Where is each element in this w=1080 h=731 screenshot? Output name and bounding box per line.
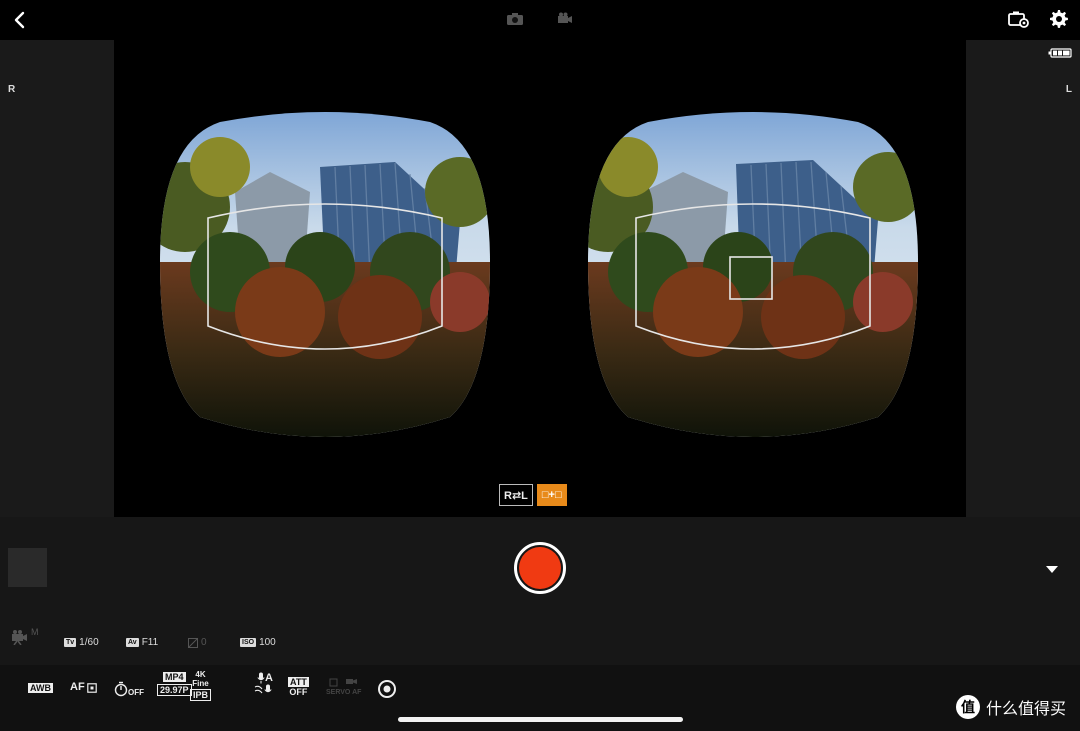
movie-mode-label: M xyxy=(31,627,39,637)
camera-icon xyxy=(507,13,523,25)
camera-settings-icon xyxy=(1008,11,1029,28)
controls-panel: M Tv 1/60 Av F11 0 ISO 100 xyxy=(0,517,1080,665)
live-view[interactable]: R⇄L □+□ xyxy=(114,40,966,517)
servo-af-label: SERVO AF xyxy=(326,689,362,696)
iso-value: 100 xyxy=(259,637,276,648)
top-bar xyxy=(0,0,1080,40)
exposure-info-row: M Tv 1/60 Av F11 0 ISO 100 xyxy=(0,627,1080,655)
sound-recording-button[interactable]: A xyxy=(254,672,276,696)
movie-quality-button[interactable]: 4K Fine IPB xyxy=(190,670,212,701)
battery-icon xyxy=(1048,48,1072,58)
self-timer-button[interactable]: OFF xyxy=(114,679,144,698)
af-point-icon xyxy=(86,682,97,693)
attenuator-label: ATT xyxy=(288,677,309,687)
audio-mode-value: A xyxy=(265,671,273,684)
watermark: 值 什么值得买 xyxy=(955,695,1066,719)
exposure-compensation[interactable]: 0 xyxy=(188,637,207,648)
video-camera-icon xyxy=(558,12,572,23)
quality-fine-value: Fine xyxy=(192,679,209,688)
iso[interactable]: ISO 100 xyxy=(240,637,276,648)
last-capture-thumbnail[interactable] xyxy=(8,548,47,587)
camera-settings-button[interactable] xyxy=(1006,7,1032,31)
microphone-icon xyxy=(257,672,265,684)
gear-icon xyxy=(1050,10,1068,28)
record-icon xyxy=(519,547,561,589)
right-side-panel: L xyxy=(966,40,1080,517)
settings-button[interactable] xyxy=(1046,6,1072,32)
exposure-comp-icon xyxy=(188,637,198,648)
back-button[interactable] xyxy=(6,6,34,34)
white-balance-value: AWB xyxy=(28,683,53,693)
more-settings-button[interactable] xyxy=(377,679,397,699)
servo-af-icon xyxy=(329,678,357,687)
swap-eyes-button[interactable]: R⇄L xyxy=(499,484,533,506)
photo-mode-button[interactable] xyxy=(503,8,527,30)
home-indicator[interactable] xyxy=(398,717,683,722)
resolution-value: 4K xyxy=(195,670,206,679)
exposure-comp-value: 0 xyxy=(201,637,207,648)
shutter-speed[interactable]: Tv 1/60 xyxy=(64,637,99,648)
movie-mode-button[interactable] xyxy=(553,8,577,30)
watermark-text: 什么值得买 xyxy=(985,701,1066,718)
left-side-panel: R xyxy=(0,40,114,517)
af-label: AF xyxy=(70,681,85,693)
caret-down-icon[interactable] xyxy=(1044,563,1060,575)
tv-badge: Tv xyxy=(64,638,77,647)
servo-af-button[interactable]: SERVO AF xyxy=(326,677,361,698)
left-eye-image xyxy=(588,112,918,437)
wind-filter-icon xyxy=(254,684,272,694)
movie-format-button[interactable]: MP4 29.97P xyxy=(157,672,192,696)
self-timer-icon xyxy=(114,681,128,696)
watermark-logo: 值 xyxy=(955,695,980,719)
aperture-value: F11 xyxy=(141,637,159,648)
right-eye-label: R xyxy=(8,84,16,95)
av-badge: Av xyxy=(126,638,139,647)
white-balance-button[interactable]: AWB xyxy=(28,683,53,693)
left-eye-label: L xyxy=(1065,84,1072,95)
view-toggle: R⇄L □+□ xyxy=(499,484,567,506)
right-eye-image xyxy=(160,112,490,437)
dial-icon xyxy=(378,680,396,698)
attenuator-value: OFF xyxy=(289,687,308,697)
self-timer-value: OFF xyxy=(128,688,144,697)
video-camera-icon xyxy=(12,630,27,645)
iso-badge: ISO xyxy=(240,638,257,647)
frame-rate-value: 29.97P xyxy=(157,684,192,696)
compression-value: IPB xyxy=(190,689,212,701)
dual-view-button[interactable]: □+□ xyxy=(536,484,567,506)
chevron-left-icon xyxy=(14,11,25,29)
af-method-button[interactable]: AF xyxy=(70,682,97,693)
aperture[interactable]: Av F11 xyxy=(126,637,158,648)
movie-format-value: MP4 xyxy=(163,672,186,682)
record-button[interactable] xyxy=(514,542,566,594)
movie-mode-indicator: M xyxy=(10,627,39,645)
attenuator-button[interactable]: ATT OFF xyxy=(288,677,309,698)
shutter-speed-value: 1/60 xyxy=(79,637,99,648)
